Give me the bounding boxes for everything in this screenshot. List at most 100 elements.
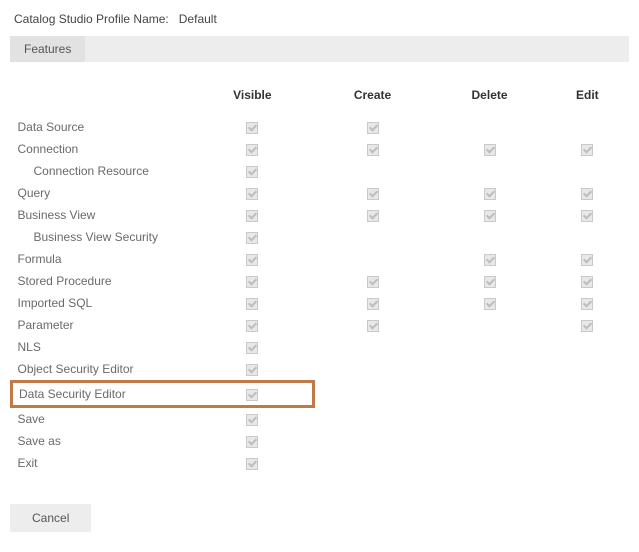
edit-checkbox[interactable] bbox=[581, 188, 593, 200]
table-row: Stored Procedure bbox=[12, 270, 628, 292]
delete-checkbox[interactable] bbox=[484, 144, 496, 156]
tab-bar: Features bbox=[10, 36, 629, 62]
create-checkbox[interactable] bbox=[367, 210, 379, 222]
edit-checkbox[interactable] bbox=[581, 298, 593, 310]
tab-features-label: Features bbox=[24, 42, 71, 56]
visible-checkbox[interactable] bbox=[246, 320, 258, 332]
delete-cell bbox=[432, 138, 547, 160]
feature-label: Data Source bbox=[12, 116, 192, 138]
delete-cell bbox=[432, 358, 547, 382]
create-cell bbox=[313, 270, 432, 292]
create-checkbox[interactable] bbox=[367, 320, 379, 332]
edit-cell bbox=[547, 182, 627, 204]
table-row: Exit bbox=[12, 452, 628, 474]
edit-checkbox[interactable] bbox=[581, 210, 593, 222]
edit-checkbox[interactable] bbox=[581, 320, 593, 332]
table-row: Business View bbox=[12, 204, 628, 226]
visible-checkbox[interactable] bbox=[246, 414, 258, 426]
create-checkbox[interactable] bbox=[367, 188, 379, 200]
create-checkbox[interactable] bbox=[367, 276, 379, 288]
create-cell bbox=[313, 182, 432, 204]
visible-checkbox[interactable] bbox=[246, 458, 258, 470]
edit-checkbox[interactable] bbox=[581, 144, 593, 156]
visible-cell bbox=[192, 204, 314, 226]
visible-cell bbox=[192, 382, 314, 407]
edit-cell bbox=[547, 116, 627, 138]
col-feature bbox=[12, 82, 192, 116]
visible-checkbox[interactable] bbox=[246, 254, 258, 266]
create-cell bbox=[313, 382, 432, 407]
create-checkbox[interactable] bbox=[367, 122, 379, 134]
table-row: Save bbox=[12, 407, 628, 431]
feature-label: Formula bbox=[12, 248, 192, 270]
table-row: Data Security Editor bbox=[12, 382, 628, 407]
visible-checkbox[interactable] bbox=[246, 232, 258, 244]
edit-cell bbox=[547, 314, 627, 336]
visible-checkbox[interactable] bbox=[246, 166, 258, 178]
edit-cell bbox=[547, 270, 627, 292]
delete-cell bbox=[432, 160, 547, 182]
visible-cell bbox=[192, 314, 314, 336]
delete-checkbox[interactable] bbox=[484, 298, 496, 310]
edit-cell bbox=[547, 292, 627, 314]
visible-cell bbox=[192, 182, 314, 204]
delete-checkbox[interactable] bbox=[484, 188, 496, 200]
visible-checkbox[interactable] bbox=[246, 144, 258, 156]
create-checkbox[interactable] bbox=[367, 298, 379, 310]
delete-cell bbox=[432, 270, 547, 292]
feature-label: Connection bbox=[12, 138, 192, 160]
tab-features[interactable]: Features bbox=[10, 36, 85, 62]
create-cell bbox=[313, 160, 432, 182]
visible-cell bbox=[192, 116, 314, 138]
delete-cell bbox=[432, 336, 547, 358]
visible-checkbox[interactable] bbox=[246, 298, 258, 310]
create-cell bbox=[313, 248, 432, 270]
table-row: Business View Security bbox=[12, 226, 628, 248]
delete-checkbox[interactable] bbox=[484, 276, 496, 288]
feature-label: Object Security Editor bbox=[12, 358, 192, 382]
create-cell bbox=[313, 314, 432, 336]
table-row: Connection bbox=[12, 138, 628, 160]
create-checkbox[interactable] bbox=[367, 144, 379, 156]
visible-cell bbox=[192, 407, 314, 431]
feature-label: Save bbox=[12, 407, 192, 431]
edit-checkbox[interactable] bbox=[581, 254, 593, 266]
visible-checkbox[interactable] bbox=[246, 342, 258, 354]
delete-cell bbox=[432, 314, 547, 336]
delete-cell bbox=[432, 204, 547, 226]
table-row: Save as bbox=[12, 430, 628, 452]
profile-name-value: Default bbox=[179, 12, 217, 26]
cancel-button[interactable]: Cancel bbox=[10, 504, 91, 532]
delete-cell bbox=[432, 182, 547, 204]
delete-cell bbox=[432, 226, 547, 248]
visible-checkbox[interactable] bbox=[246, 210, 258, 222]
feature-label: Business View Security bbox=[12, 226, 192, 248]
visible-cell bbox=[192, 358, 314, 382]
delete-checkbox[interactable] bbox=[484, 210, 496, 222]
table-row: Data Source bbox=[12, 116, 628, 138]
edit-cell bbox=[547, 407, 627, 431]
visible-cell bbox=[192, 248, 314, 270]
create-cell bbox=[313, 292, 432, 314]
col-edit: Edit bbox=[547, 82, 627, 116]
visible-checkbox[interactable] bbox=[246, 436, 258, 448]
visible-checkbox[interactable] bbox=[246, 364, 258, 376]
table-row: Formula bbox=[12, 248, 628, 270]
create-cell bbox=[313, 407, 432, 431]
table-row: NLS bbox=[12, 336, 628, 358]
table-row: Object Security Editor bbox=[12, 358, 628, 382]
table-row: Imported SQL bbox=[12, 292, 628, 314]
visible-checkbox[interactable] bbox=[246, 389, 258, 401]
edit-checkbox[interactable] bbox=[581, 276, 593, 288]
create-cell bbox=[313, 452, 432, 474]
feature-label: Connection Resource bbox=[12, 160, 192, 182]
visible-checkbox[interactable] bbox=[246, 188, 258, 200]
visible-checkbox[interactable] bbox=[246, 122, 258, 134]
visible-checkbox[interactable] bbox=[246, 276, 258, 288]
feature-label: Business View bbox=[12, 204, 192, 226]
profile-name-line: Catalog Studio Profile Name: Default bbox=[14, 12, 629, 26]
feature-label: Parameter bbox=[12, 314, 192, 336]
feature-label: Save as bbox=[12, 430, 192, 452]
edit-cell bbox=[547, 138, 627, 160]
delete-checkbox[interactable] bbox=[484, 254, 496, 266]
